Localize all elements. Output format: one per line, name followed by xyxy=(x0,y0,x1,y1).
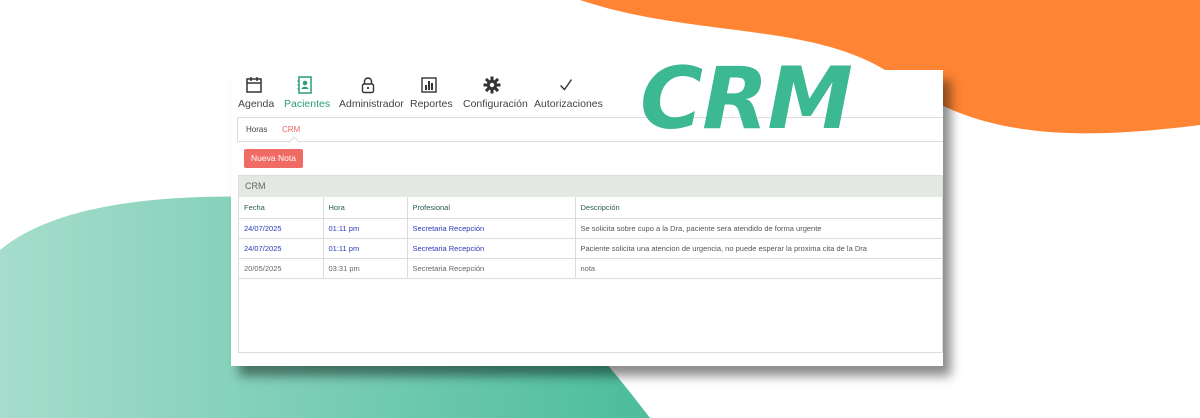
cell-profesional[interactable]: Secretaria Recepción xyxy=(407,218,576,239)
nav-item-configuracion[interactable]: Configuración xyxy=(463,76,528,110)
new-note-button[interactable]: Nueva Nota xyxy=(244,149,303,168)
table-row[interactable]: 24/07/2025 01:11 pm Secretaria Recepción… xyxy=(239,238,943,259)
tab-crm[interactable]: CRM xyxy=(282,125,300,134)
active-tab-caret xyxy=(288,136,300,148)
header-profesional[interactable]: Profesional xyxy=(407,197,576,219)
cell-profesional: Secretaria Recepción xyxy=(407,258,576,279)
nav-label: Configuración xyxy=(463,98,528,110)
cell-profesional[interactable]: Secretaria Recepción xyxy=(407,238,576,259)
tab-horas[interactable]: Horas xyxy=(246,125,267,134)
nav-item-administrador[interactable]: Administrador xyxy=(339,76,404,110)
address-book-icon xyxy=(284,76,326,96)
cell-hora: 03:31 pm xyxy=(323,258,408,279)
cell-hora[interactable]: 01:11 pm xyxy=(323,218,408,239)
nav-label: Pacientes xyxy=(284,98,331,110)
header-descripcion[interactable]: Descripción xyxy=(575,197,943,219)
nav-label: Agenda xyxy=(238,98,275,110)
header-hora[interactable]: Hora xyxy=(323,197,408,219)
bar-chart-icon xyxy=(410,76,448,96)
header-fecha[interactable]: Fecha xyxy=(239,197,324,219)
nav-label: Autorizaciones xyxy=(534,98,603,110)
cell-descripcion: nota xyxy=(575,258,943,279)
table-row[interactable]: 20/05/2025 03:31 pm Secretaria Recepción… xyxy=(239,258,943,279)
cell-fecha[interactable]: 24/07/2025 xyxy=(239,238,324,259)
cell-hora[interactable]: 01:11 pm xyxy=(323,238,408,259)
crm-logo: CRM xyxy=(640,49,853,149)
nav-label: Reportes xyxy=(410,98,453,110)
nav-item-reportes[interactable]: Reportes xyxy=(410,76,453,110)
crm-table: Fecha Hora Profesional Descripción 24/07… xyxy=(239,197,943,279)
nav-item-autorizaciones[interactable]: Autorizaciones xyxy=(534,76,603,110)
gear-icon xyxy=(463,76,521,96)
table-header-row: Fecha Hora Profesional Descripción xyxy=(239,197,943,219)
lock-icon xyxy=(339,76,397,96)
nav-item-agenda[interactable]: Agenda xyxy=(238,76,274,110)
crm-section-title: CRM xyxy=(239,176,942,197)
cell-fecha: 20/05/2025 xyxy=(239,258,324,279)
crm-panel: CRM Fecha Hora Profesional Descripción 2… xyxy=(238,175,943,353)
nav-label: Administrador xyxy=(339,98,404,110)
calendar-icon xyxy=(238,76,270,96)
cell-descripcion: Paciente solicita una atencion de urgenc… xyxy=(575,238,943,259)
nav-item-pacientes[interactable]: Pacientes xyxy=(284,76,330,110)
cell-fecha[interactable]: 24/07/2025 xyxy=(239,218,324,239)
checkmark-icon xyxy=(534,76,598,96)
cell-descripcion: Se solicita sobre cupo a la Dra, pacient… xyxy=(575,218,943,239)
table-row[interactable]: 24/07/2025 01:11 pm Secretaria Recepción… xyxy=(239,218,943,239)
